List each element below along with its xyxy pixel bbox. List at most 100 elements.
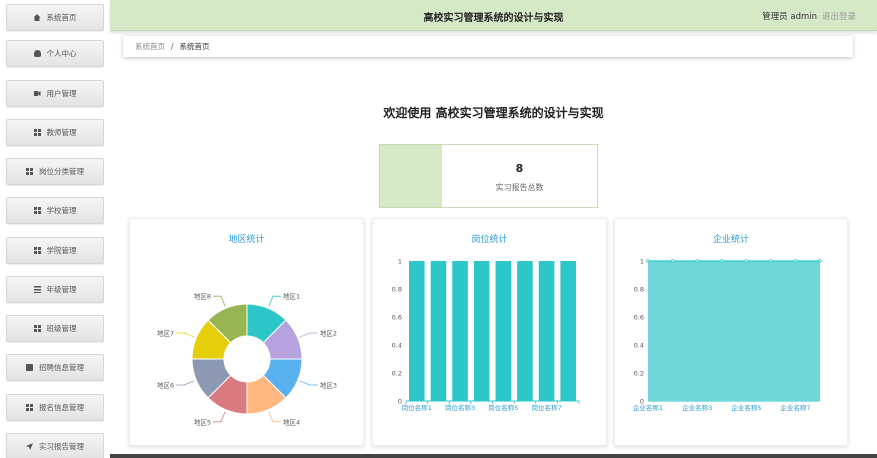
top-header: 高校实习管理系统的设计与实现 管理员 admin 退出登录 xyxy=(110,0,877,31)
grid-icon xyxy=(33,247,41,254)
grid-icon xyxy=(26,404,33,411)
area-point xyxy=(695,259,699,263)
area-point xyxy=(646,259,650,263)
bottom-border xyxy=(110,454,877,458)
welcome-heading: 欢迎使用 高校实习管理系统的设计与实现 xyxy=(383,106,604,120)
sidebar-item-registrations[interactable]: 报名信息管理 xyxy=(6,394,104,421)
chart-title: 地区统计 xyxy=(228,235,265,245)
region-chart-panel: 地区1 地区2 地区3 地区4 地区5 地区6 地区7 地区8 地区统计 xyxy=(129,218,364,446)
sidebar-item-label: 岗位分类管理 xyxy=(39,167,84,176)
x-tick-label: 企业名称7 xyxy=(780,403,810,412)
sidebar-item-classes[interactable]: 班级管理 xyxy=(6,315,104,342)
x-tick-label: 岗位名称3 xyxy=(445,403,475,412)
y-tick-label: 0.8 xyxy=(392,286,402,294)
breadcrumb-separator: / xyxy=(171,42,174,51)
y-tick-label: 0.6 xyxy=(634,314,644,322)
chart-title: 岗位统计 xyxy=(471,235,508,245)
sidebar-item-recruitment[interactable]: 招聘信息管理 xyxy=(6,354,104,381)
bar xyxy=(473,261,490,401)
area-point xyxy=(744,259,748,263)
breadcrumb-current: 系统首页 xyxy=(179,42,210,51)
area-point xyxy=(720,259,724,263)
pie-label-line xyxy=(176,332,195,338)
user-icon xyxy=(33,50,41,57)
chart-title: 企业统计 xyxy=(712,235,749,245)
grid-icon xyxy=(33,325,41,332)
stat-card: 8 实习报告总数 xyxy=(379,144,598,208)
sidebar-item-home[interactable]: 系统首页 xyxy=(6,4,104,31)
sidebar-item-label: 招聘信息管理 xyxy=(39,363,84,372)
grid-icon xyxy=(33,207,41,214)
x-tick-label: 企业名称5 xyxy=(731,403,761,412)
pie-label: 地区4 xyxy=(283,417,300,426)
x-tick-label: 企业名称3 xyxy=(682,403,712,412)
company-area-chart: 00.20.40.60.81企业名称1 企业名称3 企业名称5 企业名称7 xyxy=(633,258,822,412)
y-tick-label: 0.6 xyxy=(392,314,402,322)
bar xyxy=(495,261,512,401)
sidebar-item-grades[interactable]: 年级管理 xyxy=(6,276,104,303)
sidebar-item-label: 系统首页 xyxy=(46,13,77,22)
area-point xyxy=(769,259,773,263)
area-point xyxy=(818,259,822,263)
sidebar-item-label: 用户管理 xyxy=(46,89,77,98)
pie-label: 地区8 xyxy=(194,292,211,301)
pie-label-line xyxy=(212,411,226,423)
sidebar-item-label: 实习报告管理 xyxy=(39,442,84,451)
sidebar-item-colleges[interactable]: 学院管理 xyxy=(6,237,104,264)
document-icon xyxy=(26,364,33,371)
sidebar-item-job-categories[interactable]: 岗位分类管理 xyxy=(6,158,104,185)
area-fill xyxy=(648,261,820,401)
bar xyxy=(538,261,555,401)
stat-value: 8 xyxy=(515,162,524,175)
sidebar-item-teachers[interactable]: 教师管理 xyxy=(6,119,104,146)
area-point xyxy=(670,259,675,263)
sidebar-item-users[interactable]: 用户管理 xyxy=(6,80,104,107)
area-point xyxy=(793,259,798,263)
pie-label-line xyxy=(176,380,195,386)
y-tick-label: 0.4 xyxy=(392,342,402,350)
send-icon xyxy=(26,443,33,450)
grid-icon xyxy=(26,168,33,175)
sidebar-item-personal-center[interactable]: 个人中心 xyxy=(6,40,104,67)
pie-label-line xyxy=(268,411,282,423)
pie-label-line xyxy=(268,295,282,307)
pie-label: 地区5 xyxy=(194,417,211,426)
breadcrumb: 系统首页 / 系统首页 xyxy=(123,36,853,57)
grid-icon xyxy=(33,129,41,136)
pie-label-line xyxy=(212,295,226,307)
pie-label: 地区6 xyxy=(157,381,174,390)
pie-label-line xyxy=(299,332,318,338)
breadcrumb-home-link[interactable]: 系统首页 xyxy=(135,41,165,52)
bar xyxy=(560,261,576,401)
x-tick-label: 岗位名称5 xyxy=(488,403,518,412)
y-tick-label: 1 xyxy=(640,258,644,266)
sidebar-item-label: 学院管理 xyxy=(46,246,77,255)
sidebar-item-label: 报名信息管理 xyxy=(39,403,84,412)
bar xyxy=(452,261,468,401)
pie-label: 地区7 xyxy=(157,328,174,337)
bar xyxy=(517,261,533,401)
bar xyxy=(430,261,447,401)
company-chart-panel: 0 0.2 0.4 0.6 0.8 1 企业名称1 企业名称3 企业名称5 企业名称7 企业统计 xyxy=(614,218,848,446)
sidebar-item-schools[interactable]: 学校管理 xyxy=(6,197,104,224)
admin-label: 管理员 admin xyxy=(762,12,817,22)
x-tick-label: 岗位名称1 xyxy=(402,403,432,412)
logout-link[interactable]: 退出登录 xyxy=(822,10,856,22)
pie-label-line xyxy=(299,380,318,386)
stat-label: 实习报告总数 xyxy=(495,183,544,192)
sidebar: 系统首页 个人中心 用户管理 教师管理 岗位分类管理 学校管理 学院管理 年级管… xyxy=(0,0,110,458)
y-tick-label: 1 xyxy=(398,258,402,266)
pie-label: 地区3 xyxy=(320,381,337,390)
job-bar-chart: 00.20.40.60.81岗位名称1 岗位名称3 岗位名称5 岗位名称7 xyxy=(392,258,580,412)
y-tick-label: 0.4 xyxy=(634,342,644,350)
job-chart-panel: 0 0.2 0.4 0.6 0.8 1 岗位名称1 岗位名称3 岗位名称5 岗位名称7 岗位统计 xyxy=(372,218,607,446)
sidebar-item-label: 班级管理 xyxy=(46,324,77,333)
pie-label: 地区1 xyxy=(283,292,300,301)
y-tick-label: 0.2 xyxy=(392,370,402,378)
sidebar-item-label: 年级管理 xyxy=(46,285,77,294)
sidebar-item-reports[interactable]: 实习报告管理 xyxy=(6,433,104,458)
sidebar-item-label: 学校管理 xyxy=(46,206,77,215)
region-donut-chart: 地区1 地区2 地区3 地区4 地区5 地区6 地区7 地区8 xyxy=(157,292,337,427)
sidebar-item-label: 个人中心 xyxy=(46,49,77,58)
pie-label: 地区2 xyxy=(320,328,337,337)
